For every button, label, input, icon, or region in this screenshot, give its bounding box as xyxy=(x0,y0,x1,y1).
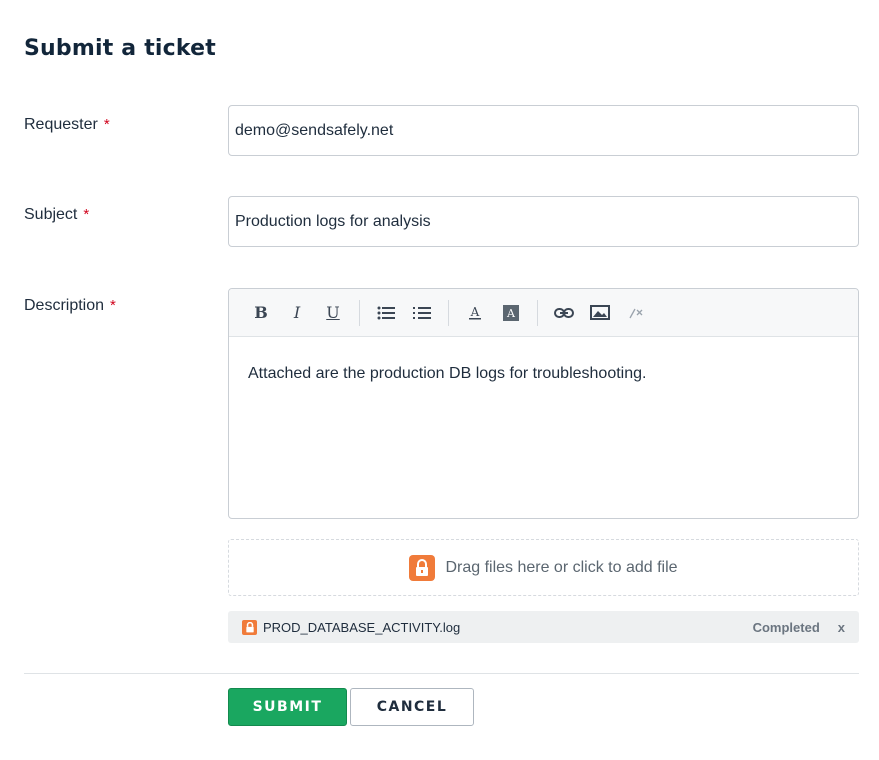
svg-text:A: A xyxy=(470,305,480,319)
cancel-button[interactable]: CANCEL xyxy=(350,688,474,726)
requester-label-text: Requester xyxy=(24,116,98,133)
required-marker: * xyxy=(103,116,110,133)
required-marker: * xyxy=(83,206,90,223)
toolbar-separator xyxy=(537,299,538,326)
dropzone-text: Drag files here or click to add file xyxy=(445,558,678,576)
lock-icon xyxy=(242,619,257,635)
bold-icon[interactable]: B xyxy=(243,298,279,328)
clear-formatting-icon[interactable] xyxy=(618,298,654,328)
image-icon[interactable] xyxy=(582,298,618,328)
required-marker: * xyxy=(110,297,116,314)
link-icon[interactable] xyxy=(546,298,582,328)
svg-text:A: A xyxy=(506,307,516,320)
description-editor[interactable]: B I U A A Attached are the production DB… xyxy=(228,288,859,519)
remove-attachment-button[interactable]: x xyxy=(838,620,845,635)
italic-icon[interactable]: I xyxy=(279,298,315,328)
requester-value: demo@sendsafely.net xyxy=(235,121,394,139)
description-label-text: Description xyxy=(24,297,105,314)
attachment-filename: PROD_DATABASE_ACTIVITY.log xyxy=(263,619,461,635)
subject-label: Subject * xyxy=(24,206,89,224)
subject-value: Production logs for analysis xyxy=(235,212,431,230)
subject-label-text: Subject xyxy=(24,206,78,223)
attachment-status: Completed xyxy=(752,619,820,635)
requester-label: Requester * xyxy=(24,116,110,134)
requester-input[interactable]: demo@sendsafely.net xyxy=(228,105,859,156)
submit-button[interactable]: SUBMIT xyxy=(228,688,347,726)
file-dropzone[interactable]: Drag files here or click to add file xyxy=(228,539,859,596)
divider xyxy=(24,673,859,674)
page-title: Submit a ticket xyxy=(24,36,216,61)
attachment-row: PROD_DATABASE_ACTIVITY.log Completed x xyxy=(228,611,859,643)
numbered-list-icon[interactable] xyxy=(404,298,440,328)
lock-icon xyxy=(409,554,436,581)
subject-input[interactable]: Production logs for analysis xyxy=(228,196,859,247)
toolbar-separator xyxy=(448,299,449,326)
description-label: Description * xyxy=(24,297,116,315)
toolbar-separator xyxy=(359,299,360,326)
underline-icon[interactable]: U xyxy=(315,298,351,328)
bulleted-list-icon[interactable] xyxy=(368,298,404,328)
background-color-icon[interactable]: A xyxy=(493,298,529,328)
description-text[interactable]: Attached are the production DB logs for … xyxy=(229,337,858,411)
text-color-icon[interactable]: A xyxy=(457,298,493,328)
editor-toolbar: B I U A A xyxy=(229,289,858,337)
